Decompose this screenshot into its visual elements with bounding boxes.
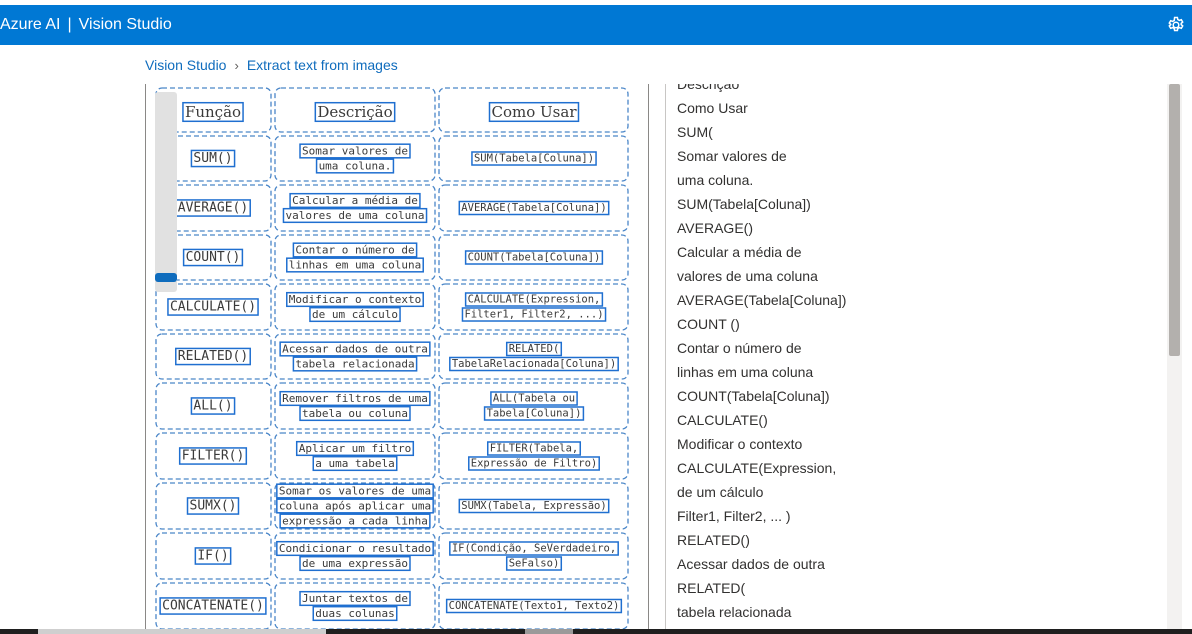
breadcrumb: Vision Studio › Extract text from images: [145, 56, 398, 75]
extracted-line: SUM(: [677, 124, 713, 140]
table-text: Somar os valores de uma: [279, 485, 431, 498]
extracted-line: AVERAGE(Tabela[Coluna]): [677, 292, 847, 308]
brand-azure-ai: Azure AI: [0, 16, 61, 33]
table-text: duas colunas: [315, 607, 394, 620]
table-text: AVERAGE(): [178, 201, 248, 216]
table-text: Expressão de Filtro): [471, 458, 597, 470]
extracted-line: uma coluna.: [677, 172, 754, 188]
extracted-line: Acessar dados de outra: [677, 556, 825, 572]
table-cell-border: [438, 283, 629, 331]
table-text: Calcular a média de: [292, 194, 418, 207]
extracted-line: RELATED(: [677, 580, 746, 596]
table-text: de um cálculo: [312, 308, 398, 321]
table-cell-border: [438, 333, 629, 380]
app-brand[interactable]: Azure AI | Vision Studio: [0, 15, 172, 35]
table-text: Contar o número de: [295, 244, 414, 257]
table-text: Função: [185, 103, 241, 121]
table-text: TabelaRelacionada[Coluna]): [452, 358, 616, 370]
table-text: CONCATENATE(): [162, 599, 264, 614]
extracted-text-panel: Descrição Como Usar SUM( Somar valores de um…: [665, 84, 1183, 634]
table-text: SeFalso): [509, 558, 560, 570]
table-text: expressão a cada linha: [282, 515, 428, 528]
extracted-line: Contar o número de: [677, 340, 802, 356]
table-text: RELATED(): [178, 349, 248, 364]
extracted-line: linhas em uma coluna: [677, 364, 814, 380]
extracted-line: CALCULATE(): [677, 412, 768, 428]
extracted-line: de um cálculo: [677, 484, 764, 500]
gear-icon[interactable]: [1166, 15, 1186, 35]
table-text: Descrição: [317, 103, 392, 121]
table-text: AVERAGE(Tabela[Coluna]): [461, 202, 606, 214]
table-text: uma coluna.: [319, 160, 392, 173]
image-preview-panel: Função Descrição Como Usar SUM() Somar valor…: [145, 84, 649, 634]
zoom-slider-thumb[interactable]: [155, 273, 177, 282]
table-text: IF(Condição, SeVerdadeiro,: [452, 543, 616, 555]
table-cell-border: [438, 532, 629, 580]
extracted-line: RELATED(): [677, 532, 750, 548]
brand-separator: |: [67, 16, 72, 33]
extracted-line: Somar valores de: [677, 148, 787, 164]
table-text: Acessar dados de outra: [282, 343, 428, 356]
table-text: FILTER(): [182, 449, 245, 464]
table-text: Condicionar o resultado: [279, 542, 431, 555]
extracted-text-list: Descrição Como Usar SUM( Somar valores de um…: [677, 84, 846, 624]
table-text: Aplicar um filtro: [299, 442, 412, 455]
table-text: Filter1, Filter2, ...): [464, 309, 603, 321]
extracted-line: Como Usar: [677, 100, 748, 116]
table-text: linhas em uma coluna: [289, 259, 421, 272]
table-text: ALL(): [193, 399, 232, 414]
table-text: COUNT(): [186, 250, 241, 265]
table-text: tabela ou coluna: [302, 407, 408, 420]
extracted-line: valores de uma coluna: [677, 268, 818, 284]
scrollbar-thumb[interactable]: [1169, 84, 1180, 356]
breadcrumb-extract-text[interactable]: Extract text from images: [247, 57, 398, 73]
table-text: IF(): [197, 549, 228, 564]
table-text: Somar valores de: [302, 145, 408, 158]
table-cell-border: [438, 382, 629, 430]
extracted-line: Modificar o contexto: [677, 436, 803, 452]
extracted-line: COUNT (): [677, 316, 740, 332]
vertical-scrollbar[interactable]: [1167, 84, 1182, 634]
extracted-line: Filter1, Filter2, ... ): [677, 508, 791, 524]
table-text: valores de uma coluna: [285, 209, 424, 222]
table-text: SUMX(): [190, 499, 237, 514]
table-cell-border: [438, 432, 629, 480]
table-text: ALL(Tabela ou: [493, 393, 575, 405]
extracted-line: Calcular a média de: [677, 244, 802, 260]
table-text: SUM(): [193, 151, 232, 166]
table-text: Modificar o contexto: [289, 293, 421, 306]
analyzed-image: Função Descrição Como Usar SUM() Somar valor…: [155, 87, 629, 630]
extracted-line: Descrição: [677, 84, 740, 92]
breadcrumb-vision-studio[interactable]: Vision Studio: [145, 57, 226, 73]
table-text: CONCATENATE(Texto1, Texto2): [449, 600, 620, 612]
table-text: a uma tabela: [315, 457, 394, 470]
table-text: Tabela[Coluna]): [487, 408, 582, 420]
brand-vision-studio: Vision Studio: [78, 16, 172, 33]
table-text: Remover filtros de uma: [282, 392, 428, 405]
table-text: tabela relacionada: [295, 358, 414, 371]
table-text: COUNT(Tabela[Coluna]): [468, 252, 601, 264]
table-text: FILTER(Tabela,: [490, 443, 579, 455]
table-text: SUM(Tabela[Coluna]): [474, 153, 594, 165]
table-text: coluna após aplicar uma: [279, 500, 431, 513]
extracted-line: AVERAGE(): [677, 220, 753, 236]
extracted-line: CALCULATE(Expression,: [677, 460, 837, 476]
app-header: Azure AI | Vision Studio: [0, 5, 1192, 45]
table-text: Juntar textos de: [302, 592, 408, 605]
extracted-line: COUNT(Tabela[Coluna]): [677, 388, 830, 404]
table-text: SUMX(Tabela, Expressão): [461, 500, 606, 512]
bottom-strip: [0, 629, 1192, 634]
chevron-right-icon: ›: [234, 58, 239, 73]
zoom-slider-track[interactable]: [155, 92, 177, 292]
table-text: de uma expressão: [302, 557, 408, 570]
extracted-line: tabela relacionada: [677, 604, 792, 620]
table-text: CALCULATE(Expression,: [468, 294, 601, 306]
extracted-line: SUM(Tabela[Coluna]): [677, 196, 811, 212]
table-text: CALCULATE(): [170, 300, 256, 315]
table-text: RELATED(: [509, 343, 560, 355]
table-text: Como Usar: [492, 103, 578, 121]
